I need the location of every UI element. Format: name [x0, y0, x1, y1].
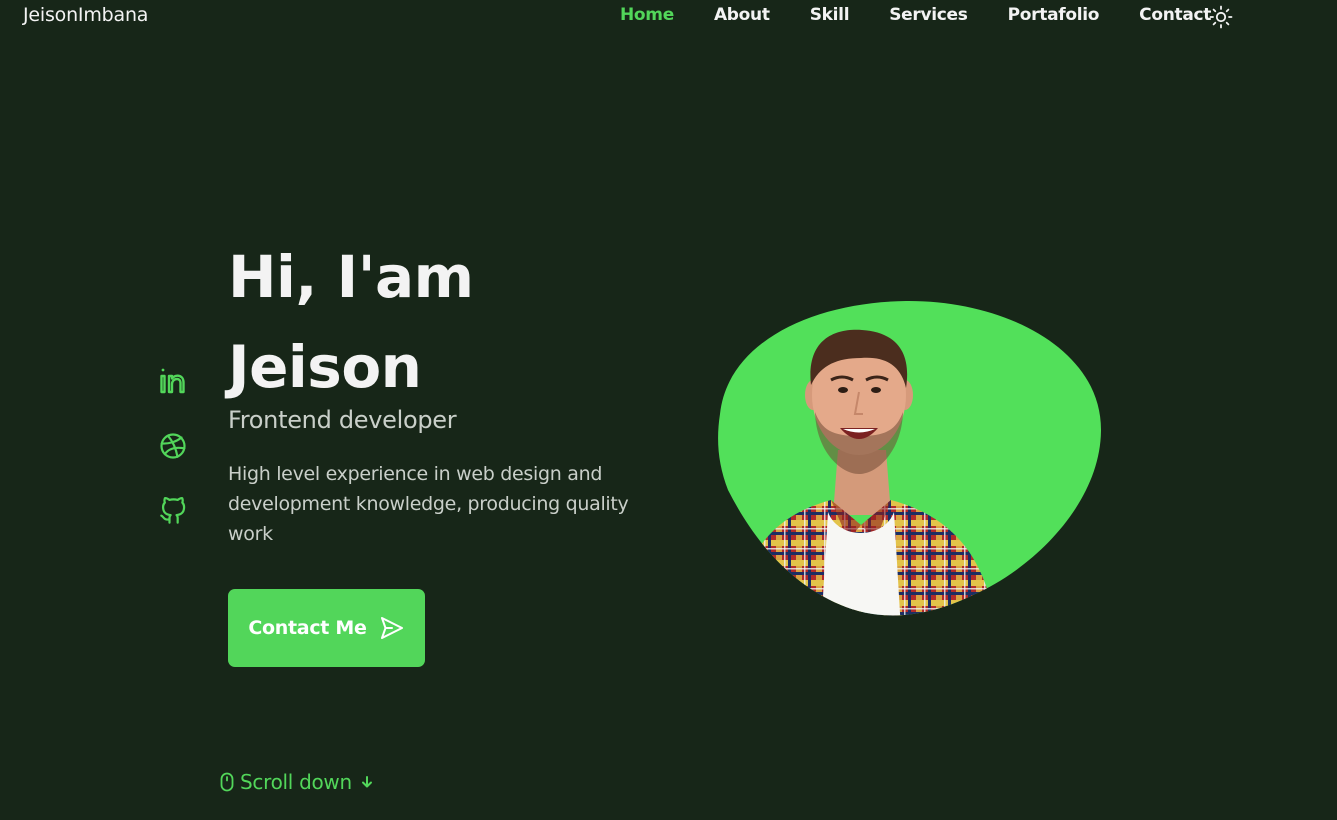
- nav-home[interactable]: Home: [620, 5, 674, 25]
- scroll-down-label: Scroll down: [240, 770, 352, 794]
- linkedin-icon: [160, 368, 185, 394]
- hero-description: High level experience in web design and …: [228, 463, 629, 545]
- contact-me-button[interactable]: Contact Me: [228, 589, 425, 667]
- site-logo[interactable]: JeisonImbana: [23, 4, 148, 26]
- arrow-down-icon: [361, 776, 372, 788]
- sun-icon: [1209, 5, 1233, 29]
- hero-subtitle: Frontend developer: [228, 406, 457, 434]
- contact-me-label: Contact Me: [248, 617, 367, 639]
- nav-about[interactable]: About: [714, 5, 770, 25]
- main-nav: Home About Skill Services Portafolio Con…: [620, 5, 1251, 25]
- hero-title-line1: Hi, I'am: [228, 243, 474, 311]
- nav-services[interactable]: Services: [889, 5, 968, 25]
- dribbble-link[interactable]: [158, 431, 188, 461]
- github-icon: [160, 497, 186, 524]
- github-link[interactable]: [158, 496, 188, 526]
- hero-title-line2: Jeison: [228, 333, 422, 401]
- theme-toggle-button[interactable]: [1209, 5, 1233, 29]
- nav-skill[interactable]: Skill: [810, 5, 850, 25]
- nav-portafolio[interactable]: Portafolio: [1008, 5, 1100, 25]
- mouse-icon: [220, 772, 234, 792]
- hero-title: Hi, I'am Jeison: [228, 232, 668, 412]
- hero-profile-image: [718, 300, 1102, 616]
- header: JeisonImbana Home About Skill Services P…: [0, 0, 1337, 34]
- send-icon: [380, 617, 403, 639]
- linkedin-link[interactable]: [158, 366, 188, 396]
- dribbble-icon: [160, 433, 186, 459]
- scroll-down-link[interactable]: Scroll down: [220, 768, 374, 796]
- nav-contact[interactable]: Contact: [1139, 5, 1211, 25]
